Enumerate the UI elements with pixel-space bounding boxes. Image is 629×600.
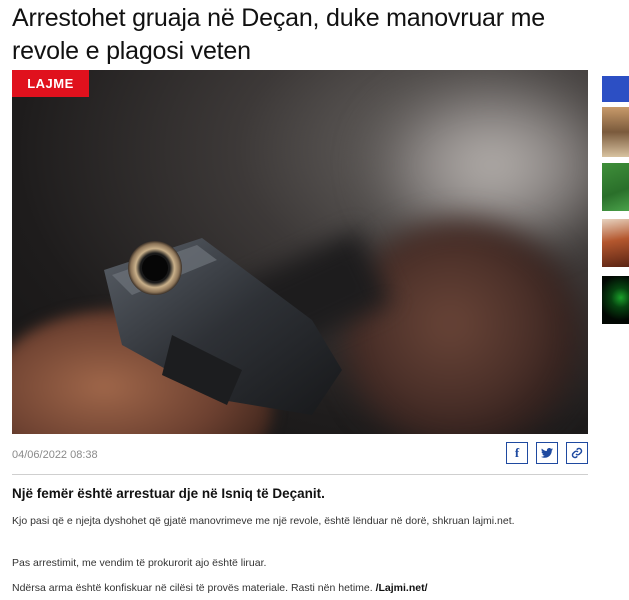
revolver-image [104,238,342,415]
article-title: Arrestohet gruaja në Deçan, duke manovru… [12,4,545,65]
sidebar-thumbnail[interactable] [602,276,629,324]
article-paragraph: Ndërsa arma është konfiskuar në cilësi t… [12,582,428,594]
category-badge[interactable]: LAJME [12,70,89,97]
facebook-icon: f [514,445,520,460]
sidebar-thumbnail[interactable] [602,163,629,211]
sidebar-thumbnail[interactable] [602,219,629,267]
publish-date: 04/06/2022 08:38 [12,449,98,461]
twitter-icon [541,448,553,458]
article-meta: 04/06/2022 08:38 f [12,442,588,468]
sidebar-thumbnail[interactable] [602,107,629,157]
source-tag: /Lajmi.net/ [375,582,428,594]
sidebar-block[interactable] [602,76,629,102]
share-twitter-button[interactable] [536,442,558,464]
article-hero-image [12,70,588,434]
article-paragraph: Pas arrestimit, me vendim të prokurorit … [12,557,267,569]
share-link-button[interactable] [566,442,588,464]
article-lead: Një femër është arrestuar dje në Isniq t… [12,486,325,501]
link-icon [571,447,583,459]
divider [12,474,588,475]
article-paragraph: Kjo pasi që e njejta dyshohet që gjatë m… [12,515,515,527]
share-facebook-button[interactable]: f [506,442,528,464]
